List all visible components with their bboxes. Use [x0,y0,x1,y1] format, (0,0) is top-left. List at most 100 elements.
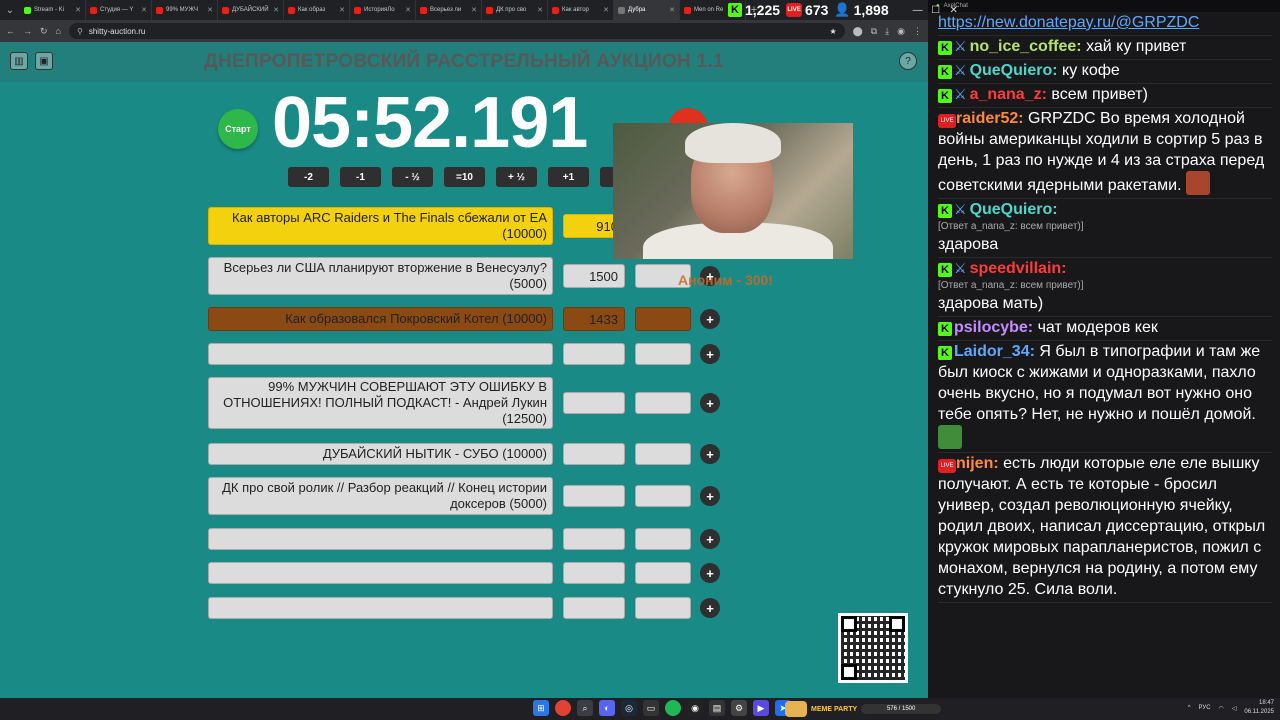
chat-username[interactable]: speedvillain: [970,260,1067,277]
tab-close-icon[interactable]: ✕ [339,6,345,14]
chat-username[interactable]: no_ice_coffee: [970,38,1082,55]
lot-sum-field[interactable] [563,343,625,365]
tab-close-icon[interactable]: ✕ [405,6,411,14]
lot-sum-field[interactable]: 1433 [563,307,625,331]
lot-title-field[interactable]: 99% МУЖЧИН СОВЕРШАЮТ ЭТУ ОШИБКУ В ОТНОШЕ… [208,377,553,429]
time-step-button[interactable]: +1 [548,167,589,187]
search-icon[interactable]: ⌕ [577,700,593,716]
browser-tab[interactable]: Дубра ✕ [614,0,680,20]
lot-add-amount-input[interactable] [635,443,691,465]
lot-add-amount-input[interactable] [635,528,691,550]
chat-username[interactable]: raider52: [956,110,1024,127]
lot-sum-field[interactable]: 1500 [563,264,625,288]
lot-add-amount-input[interactable] [635,343,691,365]
menu-dots-icon[interactable]: ⋮ [913,26,922,37]
add-to-lot-button[interactable]: + [700,598,720,618]
time-step-button[interactable]: + ½ [496,167,537,187]
folder-icon[interactable]: ▭ [643,700,659,716]
wifi-icon[interactable]: ◠ [1219,705,1224,712]
tab-close-icon[interactable]: ✕ [603,6,609,14]
download-icon[interactable]: ⤓ [885,26,889,37]
browser-tab[interactable]: Студия — Y ✕ [86,0,152,20]
chat-username[interactable]: a_nana_z: [970,86,1047,103]
chat-username[interactable]: Laidor_34: [954,343,1035,360]
browser-tab[interactable]: Всерьез ли ✕ [416,0,482,20]
steam-icon[interactable]: ◎ [621,700,637,716]
profile-icon[interactable]: ◉ [897,26,905,37]
site-info-icon[interactable]: ⚲ [77,27,83,36]
lot-title-field[interactable] [208,528,553,550]
minimize-icon[interactable]: — [909,5,927,16]
add-to-lot-button[interactable]: + [700,344,720,364]
lot-sum-field[interactable] [563,597,625,619]
volume-icon[interactable]: ◁ [1232,705,1237,712]
tab-close-icon[interactable]: ✕ [273,6,279,14]
lot-title-field[interactable]: Как образовался Покровский Котел (10000) [208,307,553,331]
add-to-lot-button[interactable]: + [700,529,720,549]
browser-tab[interactable]: Как образ ✕ [284,0,350,20]
obs-icon[interactable]: ◉ [687,700,703,716]
tab-close-icon[interactable]: ✕ [471,6,477,14]
browser-tab[interactable]: ИсторияЛо ✕ [350,0,416,20]
add-to-lot-button[interactable]: + [700,563,720,583]
add-to-lot-button[interactable]: + [700,393,720,413]
lot-add-amount-input[interactable] [635,597,691,619]
tray-arrow-icon[interactable]: ^ [1188,705,1191,711]
url-field[interactable]: ⚲ shitty-auction.ru ★ [68,23,845,39]
lot-add-amount-input[interactable] [635,307,691,331]
chat-username[interactable]: QueQuiero: [970,62,1058,79]
help-icon[interactable]: ? [899,52,917,70]
chat-username[interactable]: QueQuiero: [970,201,1058,218]
lot-title-field[interactable] [208,343,553,365]
add-to-lot-button[interactable]: + [700,309,720,329]
tab-close-icon[interactable]: ✕ [75,6,81,14]
chat-username[interactable]: psilocybe: [954,319,1033,336]
lot-title-field[interactable]: ДК про свой ролик // Разбор реакций // К… [208,477,553,515]
start-menu-icon[interactable]: ⊞ [533,700,549,716]
puzzle-icon[interactable]: ⧉ [871,26,877,37]
app-icon[interactable]: ▤ [709,700,725,716]
close-icon[interactable]: ✕ [945,5,963,16]
browser-tab[interactable]: Stream - Ki ✕ [20,0,86,20]
tab-close-icon[interactable]: ✕ [537,6,543,14]
home-icon[interactable]: ⌂ [56,26,61,36]
bookmark-star-icon[interactable]: ★ [829,27,836,36]
spotify-icon[interactable] [665,700,681,716]
add-to-lot-button[interactable]: + [700,486,720,506]
reload-icon[interactable]: ↻ [40,26,48,37]
time-step-button[interactable]: =10 [444,167,485,187]
lot-sum-field[interactable] [563,392,625,414]
time-step-button[interactable]: -2 [288,167,329,187]
extension-icon[interactable]: ⬤ [853,26,863,37]
back-icon[interactable]: ← [6,26,15,36]
lot-title-field[interactable] [208,562,553,584]
browser-tab[interactable]: 99% МУЖЧ ✕ [152,0,218,20]
time-step-button[interactable]: -1 [340,167,381,187]
forward-icon[interactable]: → [23,26,32,36]
lot-sum-field[interactable] [563,443,625,465]
browser-tab[interactable]: ДК про сво ✕ [482,0,548,20]
tab-search-icon[interactable]: ⌄ [0,0,20,20]
add-to-lot-button[interactable]: + [700,444,720,464]
browser-tab[interactable]: ДУБАЙСКИЙ ✕ [218,0,284,20]
chat-username[interactable]: nijen: [956,455,999,472]
lot-title-field[interactable] [208,597,553,619]
tab-close-icon[interactable]: ✕ [669,6,675,14]
lot-add-amount-input[interactable] [635,485,691,507]
lot-sum-field[interactable] [563,485,625,507]
time-step-button[interactable]: - ½ [392,167,433,187]
tab-close-icon[interactable]: ✕ [141,6,147,14]
donation-link[interactable]: https://new.donatepay.ru/@GRPZDC [938,14,1199,31]
lot-title-field[interactable]: ДУБАЙСКИЙ НЫТИК - СУБО (10000) [208,443,553,465]
tab-close-icon[interactable]: ✕ [207,6,213,14]
chrome-icon[interactable] [555,700,571,716]
lot-title-field[interactable]: Всерьез ли США планируют вторжение в Вен… [208,257,553,295]
discord-icon[interactable]: ◐ [599,700,615,716]
language-indicator[interactable]: РУС [1199,705,1211,711]
start-button[interactable]: Старт [218,109,258,149]
lot-add-amount-input[interactable] [635,392,691,414]
lot-sum-field[interactable] [563,562,625,584]
lot-title-field[interactable]: Как авторы ARC Raiders и The Finals сбеж… [208,207,553,245]
browser-tab[interactable]: Как автор ✕ [548,0,614,20]
maximize-icon[interactable]: ☐ [927,5,945,16]
